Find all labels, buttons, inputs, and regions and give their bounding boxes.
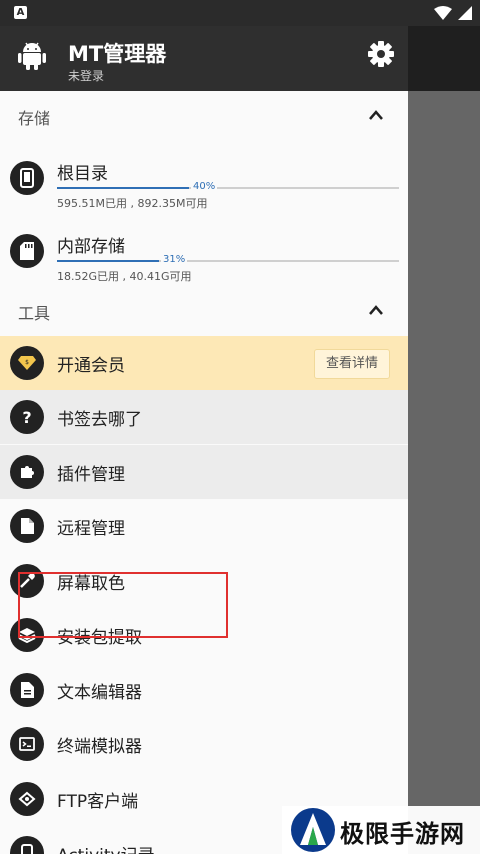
menu-item-terminal[interactable]: 终端模拟器	[0, 717, 408, 771]
wifi-icon	[434, 6, 452, 20]
document-icon	[10, 509, 44, 543]
phone-icon	[10, 161, 44, 195]
highlight-annotation	[18, 572, 228, 638]
tools-section-title: 工具	[18, 304, 51, 323]
scrim-overlay-top[interactable]	[408, 26, 480, 91]
android-icon	[18, 42, 46, 70]
storage-item-internal[interactable]: 内部存储 31% 18.52G已用 , 40.41G可用	[0, 224, 408, 283]
menu-item-label: 开通会员	[57, 356, 125, 376]
storage-section-title: 存储	[18, 109, 51, 128]
chevron-up-icon[interactable]	[368, 304, 384, 316]
storage-usage-detail: 595.51M已用 , 892.35M可用	[57, 197, 208, 210]
storage-section-header[interactable]: 存储	[0, 93, 408, 139]
night-mode-icon[interactable]	[314, 42, 340, 68]
terminal-icon	[10, 727, 44, 761]
status-icons	[434, 6, 472, 20]
vip-diamond-icon: $	[10, 346, 44, 380]
signal-icon	[458, 6, 472, 20]
drawer-header: MT管理器 未登录	[0, 26, 408, 91]
menu-item-label: FTP客户端	[57, 792, 139, 812]
storage-usage-fill	[57, 260, 159, 262]
menu-item-label: Activity记录	[57, 841, 155, 854]
navigation-drawer: MT管理器 未登录 存储 根目录 40% 595.51M已用 , 892.35M…	[0, 26, 408, 854]
login-status[interactable]: 未登录	[68, 67, 104, 84]
menu-item-label: 插件管理	[57, 465, 125, 485]
phone-icon	[10, 836, 44, 854]
menu-item-vip[interactable]: $ 开通会员 查看详情	[0, 336, 408, 390]
chevron-up-icon[interactable]	[368, 109, 384, 121]
storage-item-label: 根目录	[57, 164, 108, 184]
tools-section-header[interactable]: 工具	[0, 288, 408, 334]
menu-item-label: 文本编辑器	[57, 683, 142, 703]
svg-text:$: $	[25, 359, 29, 366]
menu-item-label: 终端模拟器	[57, 737, 142, 757]
storage-usage-bar: 31%	[57, 254, 399, 265]
storage-usage-percent: 31%	[161, 254, 188, 265]
watermark: 极限手游网	[282, 806, 480, 854]
settings-gear-icon[interactable]	[367, 40, 395, 68]
menu-item-bookmarks[interactable]: ? 书签去哪了	[0, 390, 408, 444]
menu-item-label: 远程管理	[57, 519, 125, 539]
menu-item-text-editor[interactable]: 文本编辑器	[0, 663, 408, 717]
sd-card-icon	[10, 234, 44, 268]
menu-item-remote[interactable]: 远程管理	[0, 499, 408, 553]
storage-item-label: 内部存储	[57, 237, 125, 257]
watermark-text: 极限手游网	[340, 819, 465, 848]
puzzle-icon	[10, 455, 44, 489]
watermark-logo-icon	[291, 808, 335, 852]
notification-icon: A	[14, 6, 27, 19]
scrim-overlay[interactable]	[408, 26, 480, 854]
help-icon: ?	[10, 400, 44, 434]
storage-usage-bar: 40%	[57, 181, 399, 192]
storage-item-root[interactable]: 根目录 40% 595.51M已用 , 892.35M可用	[0, 151, 408, 210]
storage-usage-detail: 18.52G已用 , 40.41G可用	[57, 270, 192, 283]
text-file-icon	[10, 673, 44, 707]
storage-usage-fill	[57, 187, 189, 189]
cloud-sync-icon	[10, 782, 44, 816]
menu-item-label: 书签去哪了	[57, 410, 142, 430]
storage-usage-percent: 40%	[191, 181, 218, 192]
app-title: MT管理器	[68, 42, 167, 66]
status-bar: A	[0, 0, 480, 26]
menu-item-plugins[interactable]: 插件管理	[0, 445, 408, 499]
view-details-button[interactable]: 查看详情	[314, 349, 390, 379]
